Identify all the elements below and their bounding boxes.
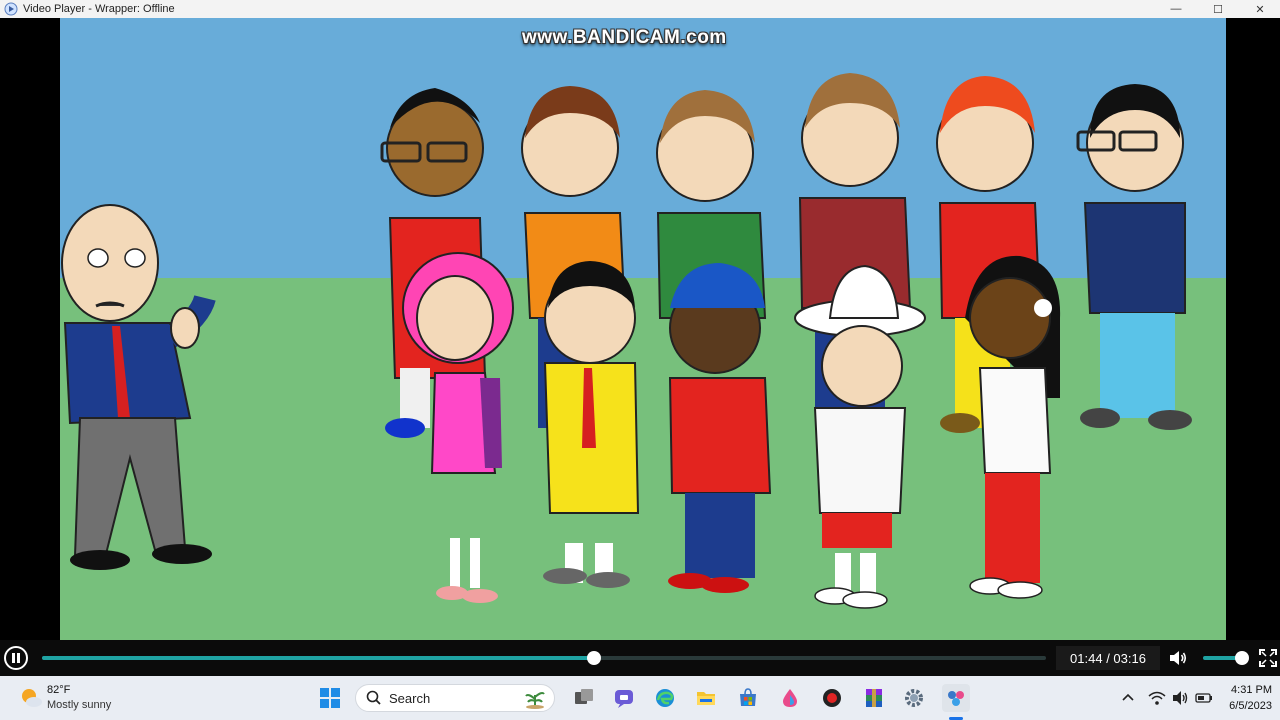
window-title: Video Player - Wrapper: Offline	[23, 3, 175, 15]
search-icon	[366, 690, 381, 705]
winrar-button[interactable]	[860, 684, 888, 712]
seek-bar[interactable]	[42, 651, 1046, 665]
seek-thumb[interactable]	[586, 651, 601, 665]
weather-widget[interactable]: 82°F Mostly sunny	[16, 682, 136, 714]
chat-icon	[615, 690, 633, 708]
microsoft-store-button[interactable]	[734, 684, 762, 712]
video-scene	[60, 18, 1226, 640]
minimize-icon: —	[1170, 3, 1182, 15]
close-icon: ✕	[1255, 3, 1265, 16]
weather-temperature: 82°F	[47, 684, 71, 696]
clock-date[interactable]: 6/5/2023	[1212, 700, 1272, 712]
task-view-button[interactable]	[570, 684, 598, 712]
weather-condition: Mostly sunny	[47, 699, 112, 711]
pause-icon	[12, 653, 20, 663]
winrar-icon	[866, 689, 882, 707]
seek-progress	[42, 656, 594, 660]
store-icon	[740, 688, 756, 706]
search-highlight-icon	[525, 692, 545, 709]
maximize-button[interactable]: ☐	[1198, 0, 1238, 18]
edge-icon	[656, 689, 674, 707]
settings-button[interactable]	[900, 684, 928, 712]
task-view-icon	[575, 689, 593, 704]
fullscreen-icon[interactable]	[1258, 648, 1278, 668]
player-controls: 01:44 / 03:16	[0, 640, 1280, 676]
gear-icon	[905, 689, 923, 707]
maximize-icon: ☐	[1213, 3, 1223, 16]
taskbar: 82°F Mostly sunny Search 4:31 PM 6/5/202…	[0, 676, 1280, 720]
video-player-app-icon	[4, 2, 18, 16]
windows-logo-icon	[320, 688, 340, 708]
teams-chat-button[interactable]	[610, 684, 638, 712]
file-explorer-button[interactable]	[692, 684, 720, 712]
volume-icon[interactable]	[1168, 648, 1188, 668]
start-button[interactable]	[316, 684, 344, 712]
bandicam-watermark: www.BANDICAM.com	[522, 27, 727, 48]
search-label: Search	[389, 691, 431, 706]
wifi-icon[interactable]	[1148, 690, 1166, 706]
minimize-button[interactable]: —	[1156, 0, 1196, 18]
color-drop-app-button[interactable]	[776, 684, 804, 712]
clock-time[interactable]: 4:31 PM	[1222, 684, 1272, 696]
record-icon	[823, 689, 841, 707]
color-drop-icon	[783, 689, 797, 707]
wrapper-offline-button[interactable]	[942, 684, 970, 712]
sunny-weather-icon	[22, 689, 42, 707]
pause-button[interactable]	[4, 646, 28, 670]
window-title-bar: Video Player - Wrapper: Offline — ☐ ✕	[0, 0, 1280, 18]
taskbar-search-box[interactable]: Search	[355, 684, 555, 712]
screen: Video Player - Wrapper: Offline — ☐ ✕ ww…	[0, 0, 1280, 720]
chevron-up-icon[interactable]	[1121, 691, 1135, 705]
bandicam-button[interactable]	[818, 684, 846, 712]
folder-icon	[697, 692, 715, 705]
speaker-icon[interactable]	[1172, 690, 1190, 706]
time-display: 01:44 / 03:16	[1056, 646, 1160, 670]
wrapper-offline-icon	[948, 691, 964, 706]
close-button[interactable]: ✕	[1240, 0, 1280, 18]
volume-thumb[interactable]	[1235, 651, 1249, 665]
video-frame[interactable]: www.BANDICAM.com	[0, 18, 1280, 640]
battery-icon[interactable]	[1195, 690, 1213, 706]
edge-browser-button[interactable]	[651, 684, 679, 712]
